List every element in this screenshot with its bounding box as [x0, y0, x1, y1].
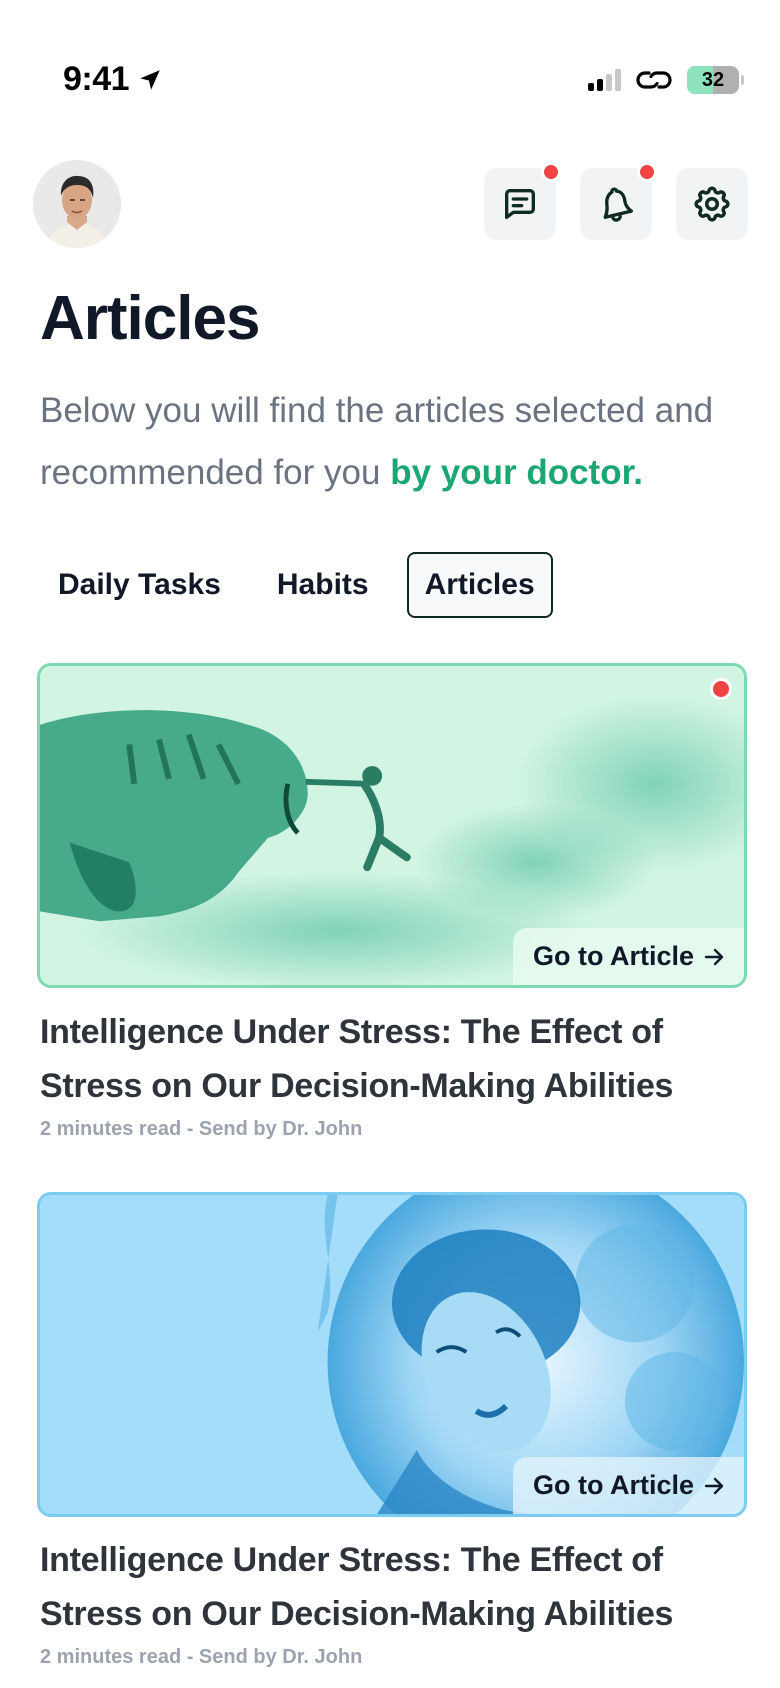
- location-arrow-icon: [140, 69, 160, 90]
- avatar[interactable]: [33, 160, 121, 248]
- article-meta: 2 minutes read - Send by Dr. John: [40, 1118, 363, 1140]
- go-to-article-label: Go to Article: [532, 941, 694, 971]
- messages-button[interactable]: [484, 162, 561, 240]
- article-card[interactable]: Go to Article: [37, 663, 747, 988]
- unread-indicator: [710, 678, 732, 700]
- battery-icon: 32: [687, 66, 739, 94]
- gear-icon: [694, 186, 730, 222]
- bell-icon: [603, 187, 633, 222]
- notifications-button[interactable]: [580, 162, 657, 240]
- messages-badge: [541, 162, 561, 182]
- page-title: Articles: [40, 284, 260, 353]
- notifications-badge: [637, 162, 657, 182]
- article-meta: 2 minutes read - Send by Dr. John: [40, 1646, 363, 1668]
- tab-daily-tasks[interactable]: Daily Tasks: [40, 552, 239, 618]
- link-icon: [636, 71, 672, 89]
- tab-habits[interactable]: Habits: [259, 552, 387, 618]
- settings-button[interactable]: [676, 168, 748, 240]
- status-time-text: 9:41: [63, 60, 130, 98]
- go-to-article-button[interactable]: Go to Article: [512, 928, 744, 985]
- article-title[interactable]: Intelligence Under Stress: The Effect of…: [40, 1005, 740, 1113]
- status-indicators: 32: [588, 66, 744, 94]
- status-time: 9:41: [63, 60, 163, 99]
- message-icon: [505, 189, 535, 219]
- go-to-article-label: Go to Article: [532, 1470, 694, 1500]
- arrow-right-icon: [704, 1477, 724, 1494]
- article-card[interactable]: Go to Article: [37, 1192, 747, 1517]
- page-description-highlight: by your doctor.: [390, 453, 643, 492]
- tab-bar: Daily Tasks Habits Articles: [40, 552, 553, 618]
- signal-icon: [588, 69, 621, 91]
- tab-articles[interactable]: Articles: [406, 552, 553, 618]
- battery-level: 32: [701, 68, 725, 91]
- article-title[interactable]: Intelligence Under Stress: The Effect of…: [40, 1533, 740, 1641]
- battery-tip: [741, 75, 744, 85]
- go-to-article-button[interactable]: Go to Article: [512, 1457, 744, 1514]
- page-description: Below you will find the articles selecte…: [40, 380, 760, 504]
- arrow-right-icon: [704, 948, 724, 965]
- avatar-portrait: [33, 160, 121, 248]
